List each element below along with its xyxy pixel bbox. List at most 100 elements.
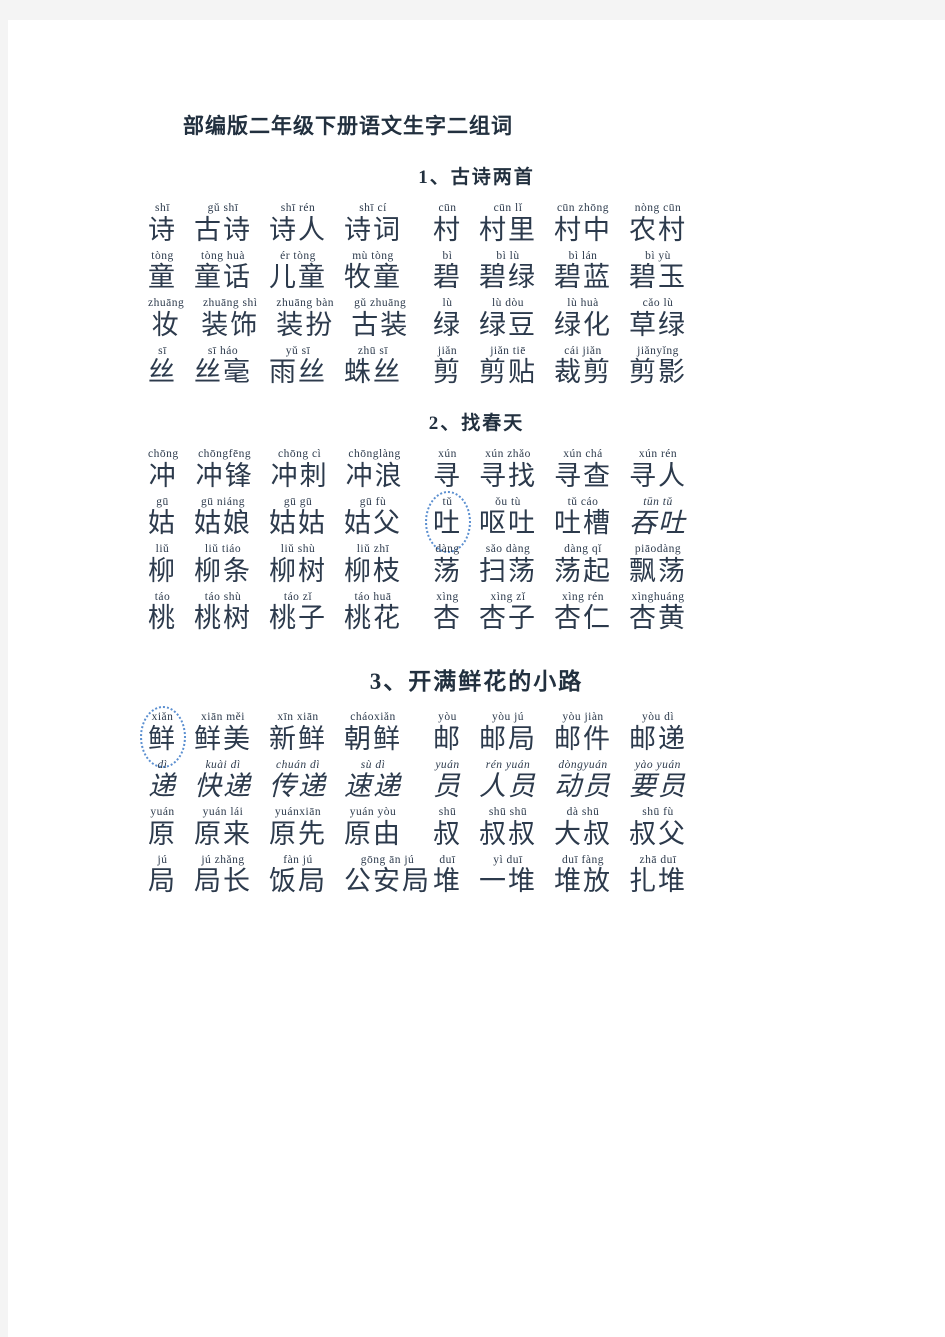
pinyin-text: bì xyxy=(442,249,453,262)
hanzi-text: 人员 xyxy=(479,771,537,801)
hanzi-text: 诗词 xyxy=(344,214,402,245)
word-row: liǔ 柳 liǔ tiáo 柳条 liǔ shù 柳树 liǔ zhī 柳枝 dàng 荡 sǎo… xyxy=(8,543,945,586)
pinyin-text: gū xyxy=(156,495,169,508)
vocabulary-word: yuán 原 xyxy=(148,806,177,848)
pinyin-text: shū fù xyxy=(642,806,674,818)
pinyin-text: zhū sī xyxy=(357,344,389,357)
vocabulary-word: sǎo dàng 扫荡 xyxy=(479,543,537,585)
vocabulary-word: sī 丝 xyxy=(148,345,177,387)
pinyin-text: gǔ zhuāng xyxy=(354,297,407,309)
vocabulary-word: tūn tǔ 吞吐 xyxy=(629,496,687,538)
word-row: gū 姑 gū niáng 姑娘 gū gū 姑姑 gū fù 姑父 tǔ 吐 ǒu tù 呕吐 tǔ … xyxy=(8,495,945,538)
vocabulary-word: zhuāng 妆 xyxy=(148,297,184,340)
word-row: dì 递 kuài dì 快递 chuán dì 传递 sù dì 速递 yuán 员 rén yu… xyxy=(8,758,945,801)
vocabulary-word: yuánxiān 原先 xyxy=(269,806,327,848)
vocabulary-word: gū niáng 姑娘 xyxy=(194,496,252,538)
pinyin-text: chōng cì xyxy=(277,448,322,460)
lesson-section: 1、古诗两首 shī 诗 gǔ shī 古诗 shī rén 诗人 shī cí 诗词 cūn 村 c… xyxy=(8,162,945,386)
hanzi-text: 古诗 xyxy=(194,214,252,245)
pinyin-text: dàng xyxy=(435,543,460,555)
pinyin-text: dòngyuán xyxy=(558,758,608,771)
vocabulary-word: gǔ zhuāng 古装 xyxy=(351,297,409,339)
hanzi-text: 儿童 xyxy=(269,262,327,292)
hanzi-text: 大叔 xyxy=(554,818,612,849)
hanzi-text: 荡 xyxy=(433,555,462,586)
word-column-right: cūn 村 cūn lǐ 村里 cūn zhōng 村中 nòng cūn 农村 xyxy=(408,202,828,245)
vocabulary-word: ér tòng 儿童 xyxy=(269,249,327,292)
pinyin-text: táo shù xyxy=(204,590,242,603)
hanzi-text: 堆 xyxy=(433,866,462,896)
vocabulary-word: dàng 荡 xyxy=(433,543,462,586)
vocabulary-word: chōnglàng 冲浪 xyxy=(346,448,404,490)
hanzi-text: 寻人 xyxy=(629,460,687,491)
hanzi-text: 碧玉 xyxy=(629,262,687,292)
vocabulary-word: zhā duī 扎堆 xyxy=(629,853,687,896)
vocabulary-word: cái jiǎn 裁剪 xyxy=(554,345,612,387)
vocabulary-word: zhuāng shì 装饰 xyxy=(201,297,259,339)
word-row: sī 丝 sī háo 丝毫 yǔ sī 雨丝 zhū sī 蛛丝 jiǎn 剪 jiǎn tiē 剪… xyxy=(8,344,945,387)
vocabulary-word: shī 诗 xyxy=(148,202,177,244)
pinyin-text: rén yuán xyxy=(485,758,531,771)
vocabulary-word: xún rén 寻人 xyxy=(629,448,687,491)
pinyin-text: ér tòng xyxy=(280,249,316,262)
pinyin-text: xiān měi xyxy=(201,711,245,723)
vocabulary-word: zhū sī 蛛丝 xyxy=(344,344,402,387)
hanzi-text: 绿 xyxy=(433,309,462,340)
vocabulary-word: cǎo lù 草绿 xyxy=(629,297,687,339)
hanzi-text: 鲜 xyxy=(148,723,177,754)
word-column-right: yuán 员 rén yuán 人员 dòngyuán 动员 yào yuán 要员 xyxy=(408,758,828,801)
hanzi-text: 童话 xyxy=(194,262,252,292)
pinyin-text: ǒu tù xyxy=(495,495,521,508)
hanzi-text: 妆 xyxy=(151,309,181,340)
pinyin-text: liǔ zhī xyxy=(356,543,390,555)
hanzi-text: 村 xyxy=(433,214,462,245)
hanzi-text: 剪贴 xyxy=(479,357,537,387)
vocabulary-word: yuán yòu 原由 xyxy=(344,806,402,849)
vocabulary-word: xiān měi 鲜美 xyxy=(194,711,252,753)
hanzi-text: 牧童 xyxy=(344,262,402,292)
hanzi-text: 寻找 xyxy=(479,460,537,491)
vocabulary-word: tòng 童 xyxy=(148,250,177,292)
vocabulary-word: kuài dì 快递 xyxy=(194,759,252,801)
vocabulary-word: shī rén 诗人 xyxy=(269,202,327,245)
pinyin-text: shī cí xyxy=(359,202,387,214)
hanzi-text: 杏黄 xyxy=(629,603,687,633)
vocabulary-word: rén yuán 人员 xyxy=(479,758,537,801)
vocabulary-word: yòu jiàn 邮件 xyxy=(554,711,612,753)
pinyin-text: cūn xyxy=(438,202,457,214)
word-column-right: bì 碧 bì lù 碧绿 bì lán 碧蓝 bì yù 碧玉 xyxy=(408,249,828,292)
hanzi-text: 姑父 xyxy=(344,508,402,538)
hanzi-text: 一堆 xyxy=(479,866,537,896)
hanzi-text: 剪 xyxy=(433,357,462,387)
vocabulary-word: yuán lái 原来 xyxy=(194,806,252,848)
pinyin-text: nòng cūn xyxy=(634,202,682,214)
hanzi-text: 寻查 xyxy=(554,460,612,491)
hanzi-text: 原由 xyxy=(344,818,402,849)
pinyin-text: yòu xyxy=(438,711,457,723)
pinyin-text: bì lán xyxy=(568,249,598,262)
pinyin-text: zhā duī xyxy=(639,853,677,866)
vocabulary-word: chōng cì 冲刺 xyxy=(271,448,329,490)
vocabulary-word: chuán dì 传递 xyxy=(269,759,327,801)
hanzi-text: 桃子 xyxy=(269,603,327,633)
page-title: 部编版二年级下册语文生字二组词 xyxy=(183,114,513,138)
pinyin-text: yuán xyxy=(435,758,460,771)
vocabulary-word: chōng 冲 xyxy=(148,448,179,490)
vocabulary-word: jiǎnyǐng 剪影 xyxy=(629,345,687,387)
pinyin-text: cūn zhōng xyxy=(556,202,610,214)
hanzi-text: 叔父 xyxy=(629,818,687,849)
vocabulary-word: dàng qǐ 荡起 xyxy=(554,543,612,585)
vocabulary-word: liǔ zhī 柳枝 xyxy=(344,543,402,585)
vocabulary-word: xún 寻 xyxy=(433,448,462,490)
section-title: 1、古诗两首 xyxy=(418,167,535,188)
hanzi-text: 诗人 xyxy=(269,214,327,245)
pinyin-text: duī xyxy=(439,853,456,866)
pinyin-text: tòng huà xyxy=(201,249,245,262)
vocabulary-word: lù dòu 绿豆 xyxy=(479,297,537,339)
section-title: 3、开满鲜花的小路 xyxy=(369,669,584,694)
word-column-left: shī 诗 gǔ shī 古诗 shī rén 诗人 shī cí 诗词 xyxy=(8,202,408,245)
pinyin-text: gōng ān jú xyxy=(360,853,415,866)
pinyin-text: lù dòu xyxy=(491,297,525,309)
vocabulary-word: yǔ sī 雨丝 xyxy=(269,345,327,387)
pinyin-text: xún zhǎo xyxy=(485,448,531,460)
